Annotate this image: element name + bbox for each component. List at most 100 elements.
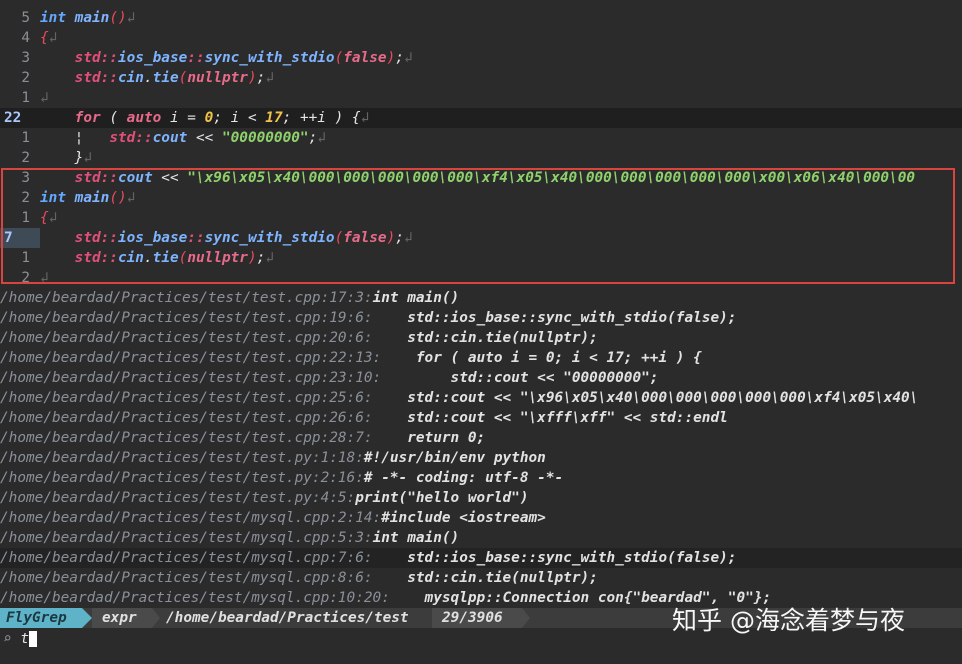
code-token: sync_with_stdio xyxy=(204,230,335,246)
search-result-item[interactable]: /home/beardad/Practices/test/test.cpp:25… xyxy=(0,388,962,408)
search-result-item[interactable]: /home/beardad/Practices/test/test.cpp:28… xyxy=(0,428,962,448)
search-result-item[interactable]: /home/beardad/Practices/test/mysql.cpp:8… xyxy=(0,568,962,588)
result-path: /home/beardad/Practices/test/test.cpp:22… xyxy=(0,350,382,366)
code-token: std:: xyxy=(74,50,118,66)
result-text: std::ios_base::sync_with_stdio(false); xyxy=(372,550,737,566)
search-result-item[interactable]: /home/beardad/Practices/test/test.py:4:5… xyxy=(0,488,962,508)
search-result-item[interactable]: /home/beardad/Practices/test/test.cpp:23… xyxy=(0,368,962,388)
search-result-item[interactable]: /home/beardad/Practices/test/test.cpp:20… xyxy=(0,328,962,348)
mode-indicator: FlyGrep xyxy=(0,608,82,628)
code-token: () xyxy=(109,10,127,26)
code-token: ¦ xyxy=(40,130,110,146)
code-token: ( xyxy=(334,230,344,246)
newline-marker: ↲ xyxy=(403,50,413,66)
search-result-item[interactable]: /home/beardad/Practices/test/test.cpp:26… xyxy=(0,408,962,428)
text-cursor xyxy=(29,631,38,647)
code-line[interactable]: 22 for ( auto i = 0; i < 17; ++i ) {↲ xyxy=(0,108,962,128)
code-line[interactable]: 7 std::ios_base::sync_with_stdio(false);… xyxy=(0,228,962,248)
code-token: :: xyxy=(187,230,205,246)
code-token: tie xyxy=(152,70,179,86)
code-token: std:: xyxy=(74,230,118,246)
expr-separator xyxy=(152,608,160,628)
result-text: print("hello world") xyxy=(355,490,529,506)
code-token: std:: xyxy=(74,250,118,266)
result-path: /home/beardad/Practices/test/test.cpp:25… xyxy=(0,390,373,406)
code-token: { xyxy=(40,30,49,46)
code-token: std:: xyxy=(109,130,153,146)
result-text: std::cout << "\xfff\xff" << std::endl xyxy=(372,410,728,426)
code-token: "00000000" xyxy=(221,130,309,146)
result-path: /home/beardad/Practices/test/test.cpp:17… xyxy=(0,290,373,306)
code-token: cin xyxy=(117,250,144,266)
result-path: /home/beardad/Practices/test/test.cpp:26… xyxy=(0,410,373,426)
code-line[interactable]: 2 ↲ xyxy=(0,268,962,288)
code-token: << xyxy=(187,130,222,146)
code-token: auto xyxy=(126,110,162,126)
result-text: int main() xyxy=(372,530,460,546)
newline-marker: ↲ xyxy=(126,190,136,206)
code-token: sync_with_stdio xyxy=(204,50,335,66)
code-token: :: xyxy=(187,50,205,66)
match-count: 29/3906 xyxy=(432,608,522,628)
code-line[interactable]: 3 std::cout << "\x96\x05\x40\000\000\000… xyxy=(0,168,962,188)
code-token: . xyxy=(143,70,153,86)
newline-marker: ↲ xyxy=(48,30,58,46)
code-token: ) xyxy=(386,50,396,66)
result-path: /home/beardad/Practices/test/mysql.cpp:8… xyxy=(0,570,373,586)
code-token: main xyxy=(74,10,110,26)
code-line[interactable]: 2 std::cin.tie(nullptr);↲ xyxy=(0,68,962,88)
result-path: /home/beardad/Practices/test/test.cpp:28… xyxy=(0,430,373,446)
search-prompt[interactable]: ⌕ t xyxy=(0,628,962,650)
newline-marker: ↲ xyxy=(40,90,49,106)
line-number: 1 xyxy=(21,130,30,146)
search-result-item[interactable]: /home/beardad/Practices/test/test.py:1:1… xyxy=(0,448,962,468)
search-result-item[interactable]: /home/beardad/Practices/test/mysql.cpp:7… xyxy=(0,548,962,568)
code-token: ; i < xyxy=(213,110,266,126)
line-number: 2 xyxy=(21,190,30,206)
code-token: false xyxy=(343,50,387,66)
code-token: std:: xyxy=(74,70,118,86)
code-token: 17 xyxy=(265,110,283,126)
line-number: 1 xyxy=(21,90,30,106)
search-result-item[interactable]: /home/beardad/Practices/test/mysql.cpp:5… xyxy=(0,528,962,548)
code-line[interactable]: 1 ¦ std::cout << "00000000";↲ xyxy=(0,128,962,148)
code-line[interactable]: 4 {↲ xyxy=(0,28,962,48)
result-text: #!/usr/bin/env python xyxy=(363,450,546,466)
code-token: ; xyxy=(395,230,404,246)
search-result-item[interactable]: /home/beardad/Practices/test/test.cpp:17… xyxy=(0,288,962,308)
code-line[interactable]: 1 {↲ xyxy=(0,208,962,228)
code-line[interactable]: 2 }↲ xyxy=(0,148,962,168)
search-result-item[interactable]: /home/beardad/Practices/test/mysql.cpp:2… xyxy=(0,508,962,528)
result-text: return 0; xyxy=(372,430,486,446)
line-number: 1 xyxy=(21,210,30,226)
line-number: 3 xyxy=(21,50,30,66)
code-token: 0 xyxy=(204,110,214,126)
code-line[interactable]: 5 int main()↲ xyxy=(0,8,962,28)
result-path: /home/beardad/Practices/test/test.cpp:19… xyxy=(0,310,373,326)
code-token: ) xyxy=(386,230,396,246)
search-result-item[interactable]: /home/beardad/Practices/test/test.cpp:19… xyxy=(0,308,962,328)
search-result-item[interactable]: /home/beardad/Practices/test/test.cpp:22… xyxy=(0,348,962,368)
code-token: tie xyxy=(152,250,179,266)
search-input[interactable]: t xyxy=(20,631,29,647)
line-number: 4 xyxy=(21,30,30,46)
search-result-item[interactable]: /home/beardad/Practices/test/test.py:2:1… xyxy=(0,468,962,488)
code-line[interactable]: 3 std::ios_base::sync_with_stdio(false);… xyxy=(0,48,962,68)
code-token: () xyxy=(109,190,127,206)
newline-marker: ↲ xyxy=(40,270,49,286)
newline-marker: ↲ xyxy=(317,130,326,146)
line-number: 5 xyxy=(21,10,30,26)
code-token: ) xyxy=(247,70,257,86)
code-token: std:: xyxy=(74,170,118,186)
newline-marker: ↲ xyxy=(126,10,136,26)
code-line[interactable]: 1 ↲ xyxy=(0,88,962,108)
code-line[interactable]: 1 std::cin.tie(nullptr);↲ xyxy=(0,248,962,268)
code-token: << xyxy=(152,170,188,186)
line-number: 2 xyxy=(21,270,30,286)
code-line[interactable]: 2 int main()↲ xyxy=(0,188,962,208)
